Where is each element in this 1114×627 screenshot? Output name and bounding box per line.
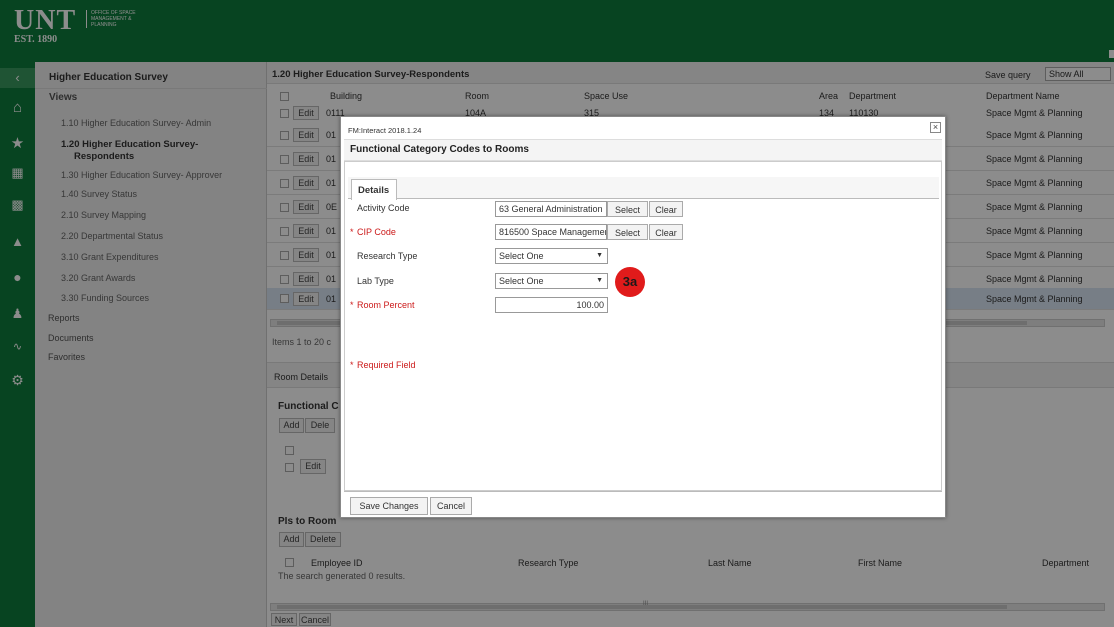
room-percent-label: Room Percent	[357, 300, 415, 310]
dialog-cancel-button[interactable]: Cancel	[430, 497, 472, 515]
activity-select-button[interactable]: Select	[607, 201, 648, 217]
required-note-star: *	[350, 360, 354, 370]
close-icon[interactable]: ×	[930, 122, 941, 133]
cip-select-button[interactable]: Select	[607, 224, 648, 240]
cip-clear-button[interactable]: Clear	[649, 224, 683, 240]
chevron-down-icon: ▼	[596, 252, 603, 259]
research-type-label: Research Type	[357, 251, 418, 261]
cip-code-label: CIP Code	[357, 227, 396, 237]
research-type-value: Select One	[499, 251, 544, 261]
required-field-note: Required Field	[357, 360, 416, 370]
dialog-footer-divider	[344, 491, 942, 492]
lab-type-label: Lab Type	[357, 276, 394, 286]
percent-required-star: *	[350, 300, 354, 310]
functional-category-dialog: FM:Interact 2018.1.24 × Functional Categ…	[340, 116, 946, 518]
lab-type-select[interactable]: Select One ▼	[495, 273, 608, 289]
activity-code-label: Activity Code	[357, 203, 410, 213]
tab-details[interactable]: Details	[351, 179, 397, 200]
research-type-select[interactable]: Select One ▼	[495, 248, 608, 264]
activity-clear-button[interactable]: Clear	[649, 201, 683, 217]
cip-required-star: *	[350, 227, 354, 237]
tab-bar	[348, 177, 939, 199]
tab-details-label: Details	[358, 185, 390, 196]
save-changes-button[interactable]: Save Changes	[350, 497, 428, 515]
cip-code-field[interactable]: 816500 Space Management	[495, 224, 607, 240]
chevron-down-icon: ▼	[596, 277, 603, 284]
dialog-app-title: FM:Interact 2018.1.24	[348, 126, 422, 135]
activity-code-field[interactable]: 63 General Administration	[495, 201, 607, 217]
dialog-title: Functional Category Codes to Rooms	[350, 144, 529, 155]
room-percent-field[interactable]: 100.00	[495, 297, 608, 313]
step-badge: 3a	[615, 267, 645, 297]
lab-type-value: Select One	[499, 276, 544, 286]
